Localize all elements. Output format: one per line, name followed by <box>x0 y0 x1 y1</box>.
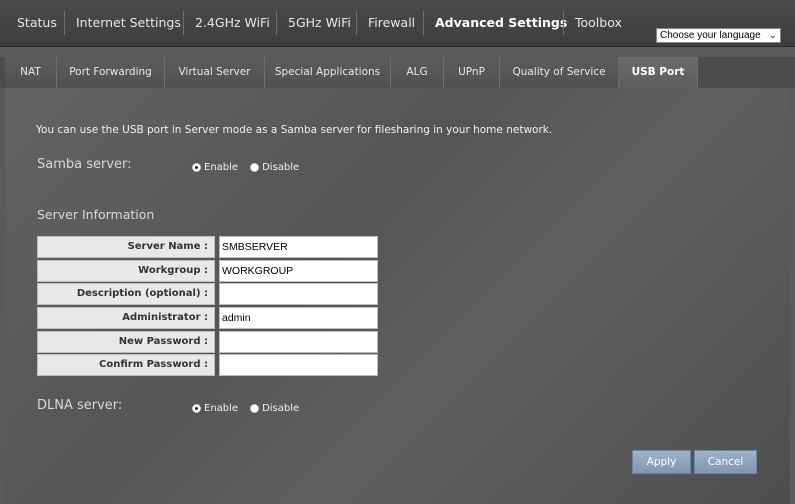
description-label: Description (optional) : <box>37 283 215 306</box>
workgroup-input[interactable]: WORKGROUP <box>219 259 378 282</box>
tab-usb-port[interactable]: USB Port <box>619 57 698 88</box>
nav-divider <box>423 11 424 35</box>
nav-24ghz-wifi[interactable]: 2.4GHz WiFi <box>195 15 270 30</box>
samba-disable-label: Disable <box>262 162 300 173</box>
administrator-input[interactable]: admin <box>219 307 378 330</box>
nav-divider <box>64 11 65 35</box>
dlna-disable-label: Disable <box>262 403 300 414</box>
table-row: New Password : <box>37 330 378 355</box>
administrator-label: Administrator : <box>37 307 215 330</box>
nav-divider <box>276 11 277 35</box>
tab-quality-of-service[interactable]: Quality of Service <box>500 57 619 88</box>
tab-alg[interactable]: ALG <box>391 57 444 88</box>
confirm-password-input[interactable] <box>219 354 378 377</box>
samba-enable-radio[interactable] <box>192 163 201 172</box>
dlna-enable-radio[interactable] <box>192 404 201 413</box>
tab-nat[interactable]: NAT <box>5 57 57 88</box>
nav-divider <box>563 11 564 35</box>
new-password-input[interactable] <box>219 330 378 353</box>
description-input[interactable] <box>219 283 378 306</box>
dlna-server-label: DLNA server: <box>37 398 123 413</box>
confirm-password-label: Confirm Password : <box>37 354 215 377</box>
nav-status[interactable]: Status <box>17 15 57 30</box>
table-row: Workgroup : WORKGROUP <box>37 259 378 284</box>
server-name-label: Server Name : <box>37 236 215 258</box>
nav-divider <box>356 11 357 35</box>
top-navigation: Status Internet Settings 2.4GHz WiFi 5GH… <box>0 0 795 47</box>
table-row: Server Name : SMBSERVER <box>37 236 378 260</box>
cancel-button[interactable]: Cancel <box>694 450 757 474</box>
sub-tab-bar: NAT Port Forwarding Virtual Server Speci… <box>0 57 795 88</box>
language-select[interactable]: Choose your language ⌄ <box>656 28 781 43</box>
dlna-enable-label: Enable <box>204 403 239 414</box>
nav-advanced-settings[interactable]: Advanced Settings <box>435 15 567 30</box>
samba-enable-label: Enable <box>204 162 239 173</box>
nav-internet-settings[interactable]: Internet Settings <box>76 15 181 30</box>
chevron-down-icon: ⌄ <box>768 30 777 41</box>
nav-toolbox[interactable]: Toolbox <box>575 15 622 30</box>
apply-button[interactable]: Apply <box>632 450 691 474</box>
table-row: Confirm Password : <box>37 354 378 378</box>
dlna-disable-radio[interactable] <box>250 404 260 413</box>
dlna-radio-group: Enable Disable <box>192 403 299 414</box>
server-information-title: Server Information <box>37 207 155 222</box>
samba-disable-radio[interactable] <box>250 163 260 172</box>
tab-special-applications[interactable]: Special Applications <box>265 57 391 88</box>
nav-5ghz-wifi[interactable]: 5GHz WiFi <box>288 15 351 30</box>
tab-upnp[interactable]: UPnP <box>444 57 500 88</box>
language-select-value: Choose your language <box>660 30 761 41</box>
nav-firewall[interactable]: Firewall <box>368 15 415 30</box>
samba-radio-group: Enable Disable <box>192 162 299 173</box>
server-info-table: Server Name : SMBSERVER Workgroup : WORK… <box>37 236 378 378</box>
table-row: Description (optional) : <box>37 283 378 307</box>
tab-port-forwarding[interactable]: Port Forwarding <box>57 57 165 88</box>
samba-server-label: Samba server: <box>37 157 132 172</box>
workgroup-label: Workgroup : <box>37 259 215 282</box>
nav-divider <box>183 11 184 35</box>
table-row: Administrator : admin <box>37 307 378 331</box>
intro-text: You can use the USB port in Server mode … <box>36 124 553 136</box>
new-password-label: New Password : <box>37 330 215 353</box>
tab-virtual-server[interactable]: Virtual Server <box>165 57 265 88</box>
server-name-input[interactable]: SMBSERVER <box>219 236 378 258</box>
